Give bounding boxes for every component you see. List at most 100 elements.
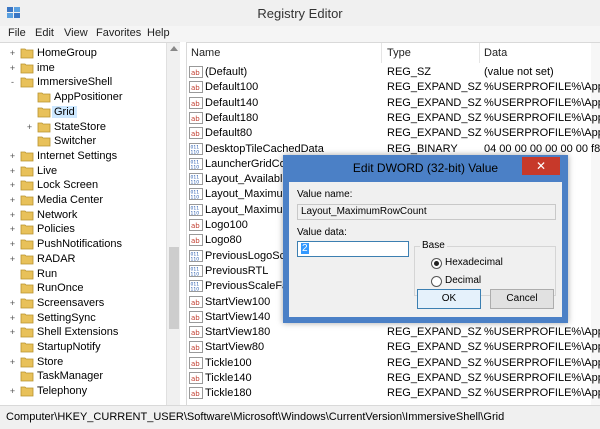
expand-arrow-icon[interactable]: + bbox=[8, 357, 17, 368]
decimal-label[interactable]: Decimal bbox=[445, 275, 481, 286]
tree-scrollbar[interactable] bbox=[166, 43, 180, 406]
decimal-radio[interactable] bbox=[431, 276, 442, 287]
collapse-arrow-icon[interactable]: - bbox=[8, 77, 17, 88]
menu-file[interactable]: File bbox=[8, 27, 26, 39]
value-data: (value not set) bbox=[484, 66, 554, 78]
tree-item[interactable]: + StateStore bbox=[0, 120, 166, 135]
ok-button[interactable]: OK bbox=[417, 289, 481, 309]
tree-item[interactable]: + Media Center bbox=[0, 193, 166, 208]
expand-arrow-icon[interactable]: + bbox=[8, 151, 17, 162]
expand-arrow-icon[interactable]: + bbox=[8, 239, 17, 250]
expand-arrow-icon[interactable]: + bbox=[8, 254, 17, 265]
tree-item[interactable]: + PushNotifications bbox=[0, 237, 166, 252]
tree-item-label: RADAR bbox=[37, 252, 76, 265]
table-row[interactable]: ab Tickle100 REG_EXPAND_SZ %USERPROFILE%\Ap… bbox=[187, 356, 600, 371]
column-separator[interactable] bbox=[381, 43, 382, 63]
expand-arrow-icon[interactable]: + bbox=[8, 195, 17, 206]
tree-item-label: StateStore bbox=[54, 120, 106, 133]
expand-arrow-icon[interactable]: + bbox=[8, 48, 17, 59]
tree-item[interactable]: Switcher bbox=[0, 134, 166, 149]
tree-item-label: Internet Settings bbox=[37, 149, 118, 162]
tree-item[interactable]: + Live bbox=[0, 164, 166, 179]
value-type: REG_EXPAND_SZ bbox=[387, 111, 482, 124]
tree-item[interactable]: + SettingSync bbox=[0, 311, 166, 326]
tree-item[interactable]: Grid bbox=[0, 105, 166, 120]
expand-arrow-icon[interactable]: + bbox=[8, 313, 17, 324]
tree-item[interactable]: TaskManager bbox=[0, 369, 166, 384]
tree-item[interactable]: + ime bbox=[0, 61, 166, 76]
expand-arrow-icon[interactable]: + bbox=[8, 224, 17, 235]
folder-icon bbox=[37, 136, 51, 147]
folder-icon bbox=[20, 48, 34, 59]
tree-item[interactable]: Run bbox=[0, 267, 166, 282]
menu-help[interactable]: Help bbox=[147, 27, 170, 39]
tree-item-label: Switcher bbox=[54, 135, 97, 148]
tree-item[interactable]: + HomeGroup bbox=[0, 46, 166, 61]
column-header-data[interactable]: Data bbox=[484, 47, 507, 59]
expand-arrow-icon[interactable]: + bbox=[8, 298, 17, 309]
tree-scroll-thumb[interactable] bbox=[169, 247, 179, 329]
table-row[interactable]: ab Default180 REG_EXPAND_SZ %USERPROFILE%\A… bbox=[187, 111, 600, 126]
value-name: Default140 bbox=[205, 96, 259, 109]
svg-text:110: 110 bbox=[191, 256, 200, 262]
radio-selected-dot bbox=[434, 261, 439, 266]
svg-text:ab: ab bbox=[191, 344, 200, 352]
menu-edit[interactable]: Edit bbox=[35, 27, 54, 39]
expand-arrow-icon[interactable]: + bbox=[25, 122, 34, 133]
folder-icon bbox=[20, 313, 34, 323]
table-row[interactable]: ab StartView80 REG_EXPAND_SZ %USERPROFILE%\… bbox=[187, 340, 600, 355]
string-value-icon: ab bbox=[189, 81, 203, 94]
expand-arrow-icon[interactable]: + bbox=[8, 327, 17, 338]
edit-dword-dialog: Edit DWORD (32-bit) Value ✕ Value name: … bbox=[283, 155, 568, 323]
tree-item[interactable]: AppPositioner bbox=[0, 90, 166, 105]
value-name: Layout_Maximum bbox=[205, 203, 292, 216]
binary-value-icon: 011110 bbox=[189, 249, 203, 262]
value-data-label: Value data: bbox=[297, 227, 347, 238]
hexadecimal-label[interactable]: Hexadecimal bbox=[445, 257, 503, 268]
table-row[interactable]: ab StartView180 REG_EXPAND_SZ %USERPROFILE%… bbox=[187, 325, 600, 340]
tree-item[interactable]: + Policies bbox=[0, 222, 166, 237]
menu-favorites[interactable]: Favorites bbox=[96, 27, 141, 39]
dialog-close-button[interactable]: ✕ bbox=[522, 157, 560, 175]
hexadecimal-radio[interactable] bbox=[431, 258, 442, 269]
scroll-up-arrow-icon[interactable] bbox=[170, 46, 178, 51]
tree-item[interactable]: RunOnce bbox=[0, 281, 166, 296]
tree-item[interactable]: + Network bbox=[0, 208, 166, 223]
table-row[interactable]: ab Tickle180 REG_EXPAND_SZ %USERPROFILE%\Ap… bbox=[187, 386, 600, 401]
folder-icon bbox=[20, 77, 34, 88]
table-row[interactable]: ab Default100 REG_EXPAND_SZ %USERPROFILE%\A… bbox=[187, 80, 600, 95]
column-separator[interactable] bbox=[479, 43, 480, 63]
expand-arrow-icon[interactable]: + bbox=[8, 166, 17, 177]
tree-item[interactable]: + Lock Screen bbox=[0, 178, 166, 193]
value-data-input[interactable]: 2 bbox=[297, 241, 409, 257]
value-data-text: 2 bbox=[301, 243, 309, 254]
tree-item[interactable]: + Store bbox=[0, 355, 166, 370]
tree-item-label: SettingSync bbox=[37, 311, 96, 324]
registry-tree[interactable]: + HomeGroup + ime - ImmersiveShell AppPosition… bbox=[0, 42, 180, 406]
tree-item[interactable]: + Telephony bbox=[0, 384, 166, 399]
table-row[interactable]: ab Tickle140 REG_EXPAND_SZ %USERPROFILE%\Ap… bbox=[187, 371, 600, 386]
svg-text:ab: ab bbox=[191, 314, 200, 322]
table-row[interactable]: ab Default80 REG_EXPAND_SZ %USERPROFILE%\Ap… bbox=[187, 126, 600, 141]
tree-item[interactable]: + RADAR bbox=[0, 252, 166, 267]
tree-item[interactable]: + Shell Extensions bbox=[0, 325, 166, 340]
tree-item[interactable]: + Internet Settings bbox=[0, 149, 166, 164]
column-header-name[interactable]: Name bbox=[191, 47, 220, 59]
table-row[interactable]: ab (Default) REG_SZ (value not set) bbox=[187, 65, 600, 80]
dialog-body: Value name: Layout_MaximumRowCount Value… bbox=[289, 182, 562, 317]
tree-item[interactable]: StartupNotify bbox=[0, 340, 166, 355]
tree-item-label: ImmersiveShell bbox=[37, 76, 113, 89]
table-row[interactable]: ab Default140 REG_EXPAND_SZ %USERPROFILE%\A… bbox=[187, 96, 600, 111]
string-value-icon: ab bbox=[189, 387, 203, 400]
expand-arrow-icon[interactable]: + bbox=[8, 63, 17, 74]
menu-view[interactable]: View bbox=[64, 27, 88, 39]
folder-icon bbox=[20, 371, 34, 382]
column-header-type[interactable]: Type bbox=[387, 47, 411, 59]
expand-arrow-icon[interactable]: + bbox=[8, 210, 17, 221]
tree-item[interactable]: + Screensavers bbox=[0, 296, 166, 311]
tree-item[interactable]: - ImmersiveShell bbox=[0, 75, 166, 90]
expand-arrow-icon[interactable]: + bbox=[8, 180, 17, 191]
no-expander bbox=[25, 107, 34, 118]
cancel-button[interactable]: Cancel bbox=[490, 289, 554, 309]
expand-arrow-icon[interactable]: + bbox=[8, 386, 17, 397]
